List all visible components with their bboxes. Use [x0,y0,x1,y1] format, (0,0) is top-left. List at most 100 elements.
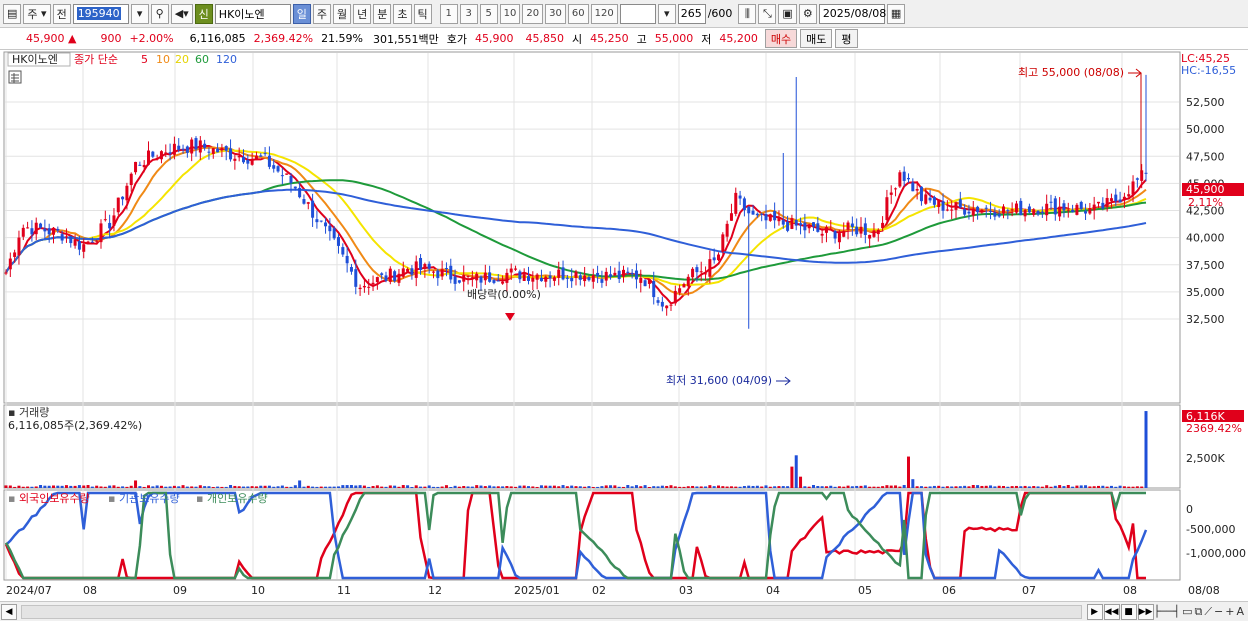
stock-name-field[interactable]: HK이노엔 [214,3,291,24]
trend-icon[interactable]: ⟋ [1204,605,1212,619]
volume-bar [842,486,846,488]
stock-code-input[interactable]: 195940 [72,3,129,24]
fast-forward-icon[interactable]: ▶▶ [1137,603,1154,620]
candle-body [911,182,915,192]
candle-body [591,274,595,282]
minute-60-button[interactable]: 60 [567,3,589,24]
foreign-holdings-label: 외국인보유수량 [19,492,90,505]
volume-bar [1023,485,1027,488]
candle-body [803,222,807,231]
candle-body [341,247,345,255]
dividend-annotation: 배당락(0.00%) [467,288,541,301]
sell-button[interactable]: 매도 [800,29,833,48]
minute-5-button[interactable]: 5 [479,3,498,24]
quote-bar: 45,900 ▲ 900 +2.00% 6,116,085 2,369.42% … [0,28,1248,50]
volume-bar [108,485,112,488]
candle-body [937,199,941,208]
minute-30-button[interactable]: 30 [545,3,566,24]
volume-bar [367,486,371,488]
candle-body [453,276,457,284]
tab-week[interactable]: 주 [312,3,332,24]
stop-icon[interactable]: ■ [1120,603,1137,620]
candle-body [492,280,496,283]
scroll-left-icon[interactable]: ◀ [1,603,17,620]
volume-bullet-icon: ▪ [8,406,19,419]
volume-bar [673,486,677,488]
period-primary-select[interactable]: 주 ▾ [23,3,51,24]
volume-bar [21,486,25,488]
volume-bar [807,486,811,488]
tab-second[interactable]: 초 [393,3,412,24]
custom-period-dropdown-icon[interactable]: ▾ [657,3,676,24]
rewind-icon[interactable]: ◀◀ [1103,603,1120,620]
volume-bar [397,486,401,488]
save-icon[interactable]: ▣ [778,3,797,24]
gear-icon[interactable]: ⚙ [798,3,817,24]
calendar-icon[interactable]: ▦ [886,3,906,24]
zoom-out-icon[interactable]: − [1214,605,1223,619]
candle-body [963,209,967,215]
volume-bar [90,486,94,488]
search-icon[interactable]: ⚲ [150,3,169,24]
x-axis-label: 04 [766,584,780,597]
code-dropdown-icon[interactable]: ▾ [130,3,149,24]
candle-body [647,279,651,284]
tab-minute[interactable]: 분 [373,3,392,24]
tab-year[interactable]: 년 [353,3,372,24]
tab-day[interactable]: 일 [292,3,311,24]
volume-bar [721,486,725,488]
volume-bar [56,485,60,488]
candle-body [773,211,777,221]
volume-bar [306,485,310,488]
volume-bar [185,486,189,488]
zoom-in-icon[interactable]: + [1225,605,1234,619]
speaker-icon[interactable]: ◀▾ [170,3,193,24]
chart-area[interactable]: HK이노엔 종가 단순 5 10 20 60 120 LC:45,25 HC:-… [0,50,1248,601]
scroll-track[interactable] [21,604,1082,619]
volume-bar [993,486,997,488]
window-menu-icon[interactable]: ▤ [3,3,22,24]
tab-tick[interactable]: 틱 [413,3,432,24]
candle-body [1019,200,1023,216]
scroll-right-icon[interactable]: ▶ [1086,603,1103,620]
candle-body [1101,202,1105,209]
candle-body [168,152,172,154]
draw-tools-icon[interactable]: ⤡ [758,3,777,24]
candle-body [548,275,552,279]
eval-button[interactable]: 평 [835,29,858,48]
x-axis-label: 2025/01 [514,584,560,597]
bar-count-input[interactable]: 265 [677,3,706,24]
volume-bar [781,486,785,488]
candle-body [1040,211,1044,213]
candle-body [159,151,163,160]
candle-body [924,194,928,204]
buy-button[interactable]: 매수 [764,29,798,48]
period-prev-button[interactable]: 전 [52,3,71,24]
minute-120-button[interactable]: 120 [590,3,618,24]
candle-body [457,280,461,283]
candle-body [1032,209,1036,215]
candle-body [216,148,220,153]
date-value: 2025/08/08 [822,7,887,20]
overlay-icon[interactable]: ▭ [1182,605,1192,619]
chart-type-icon[interactable]: ⫼ [738,3,757,24]
candle-body [578,275,582,280]
stock-chart-svg[interactable]: HK이노엔 종가 단순 5 10 20 60 120 LC:45,25 HC:-… [0,50,1248,601]
candle-body [820,233,824,236]
candle-body [60,234,64,241]
minute-3-button[interactable]: 3 [459,3,478,24]
tab-month[interactable]: 월 [333,3,352,24]
minute-1-button[interactable]: 1 [439,3,458,24]
candle-body [73,239,77,246]
candle-body [43,228,47,232]
zoom-slider-icon[interactable]: ├──┤ [1154,605,1181,619]
current-price-badge-text: 45,900 [1186,183,1225,196]
compare-icon[interactable]: ⧉ [1194,605,1202,619]
text-tool-icon[interactable]: A [1236,605,1244,619]
minute-10-button[interactable]: 10 [499,3,521,24]
minute-20-button[interactable]: 20 [522,3,544,24]
candle-body [1122,196,1126,201]
custom-period-input[interactable] [619,3,656,24]
date-input[interactable]: 2025/08/08 [818,3,887,24]
candle-body [501,281,505,284]
